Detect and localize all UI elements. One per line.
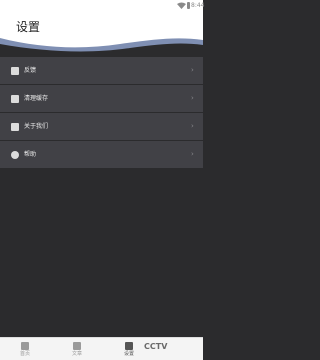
- menu-item-label: 反馈: [24, 67, 37, 74]
- home-icon: [21, 342, 29, 350]
- menu-item-clear-cache[interactable]: 清理缓存 ›: [0, 85, 203, 113]
- info-icon: [11, 123, 19, 131]
- menu-item-about[interactable]: 关于我们 ›: [0, 113, 203, 141]
- menu-item-label: 关于我们: [24, 123, 49, 130]
- wifi-icon: [177, 2, 186, 9]
- status-time: 8:44: [191, 2, 205, 9]
- bottom-tab-bar: 首页 文章 设置: [0, 337, 203, 360]
- chevron-right-icon: ›: [191, 66, 194, 74]
- tab-label: 首页: [19, 351, 30, 357]
- feedback-icon: [11, 67, 19, 75]
- menu-item-label: 清理缓存: [24, 95, 49, 102]
- menu-item-label: 帮助: [24, 151, 37, 158]
- page-title: 设置: [16, 20, 41, 34]
- watermark-logo: CCTV: [144, 342, 168, 351]
- tab-label: 设置: [123, 351, 134, 357]
- article-icon: [73, 342, 81, 350]
- menu-item-help[interactable]: 帮助 ›: [0, 141, 203, 169]
- chevron-right-icon: ›: [191, 150, 194, 158]
- chevron-right-icon: ›: [191, 122, 194, 130]
- tab-article[interactable]: 文章: [62, 341, 92, 359]
- tab-label: 文章: [71, 351, 82, 357]
- tab-home[interactable]: 首页: [10, 341, 40, 359]
- status-bar: 8:44: [0, 0, 205, 11]
- tab-settings[interactable]: 设置: [114, 341, 144, 359]
- settings-icon: [125, 342, 133, 350]
- chevron-right-icon: ›: [191, 94, 194, 102]
- help-icon: [11, 151, 19, 159]
- menu-item-feedback[interactable]: 反馈 ›: [0, 57, 203, 85]
- battery-icon: [187, 2, 190, 9]
- trash-icon: [11, 95, 19, 103]
- settings-menu: 反馈 › 清理缓存 › 关于我们 › 帮助 ›: [0, 57, 203, 169]
